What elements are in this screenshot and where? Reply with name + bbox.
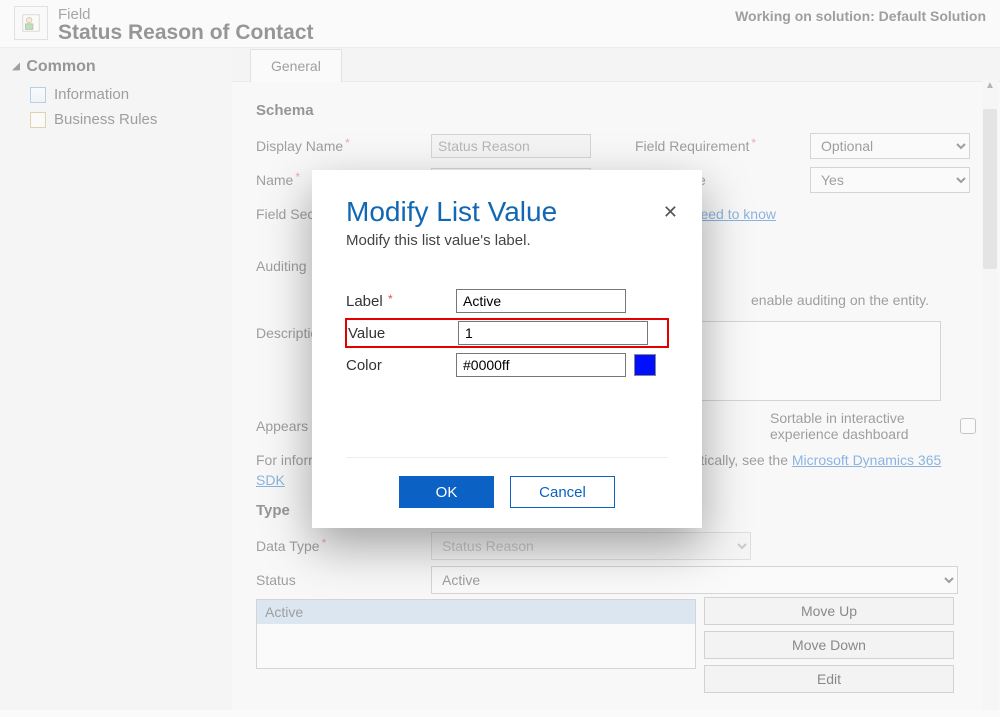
list-item[interactable]: Active [257,600,695,624]
tab-row: General [232,48,1000,82]
sidebar-item-label: Business Rules [54,111,157,128]
value-row-highlight: Value [346,319,668,347]
cancel-button[interactable]: Cancel [510,476,615,508]
scroll-thumb[interactable] [983,109,997,269]
color-label: Color [346,357,382,374]
data-type-select[interactable]: Status Reason [431,532,751,560]
status-label: Status [256,572,296,588]
searchable-select[interactable]: Yes [810,167,970,193]
label-label: Label [346,293,383,310]
sidebar-section-common[interactable]: Common [8,52,232,82]
color-input[interactable] [456,353,626,377]
sidebar: Common Information Business Rules [0,47,232,710]
auditing-label: Auditing [256,258,307,274]
move-down-button[interactable]: Move Down [704,631,954,659]
ok-button[interactable]: OK [399,476,494,508]
scroll-up-arrow[interactable]: ▲ [982,80,998,91]
label-input[interactable] [456,289,626,313]
sortable-label: Sortable in interactive experience dashb… [770,410,960,442]
sidebar-item-label: Information [54,86,129,103]
dialog-title: Modify List Value [346,196,668,228]
options-listbox[interactable]: Active [256,599,696,669]
move-up-button[interactable]: Move Up [704,597,954,625]
close-icon: ✕ [663,202,678,222]
edit-button[interactable]: Edit [704,665,954,693]
data-type-label: Data Type [256,538,320,554]
scrollbar[interactable]: ▲ [982,80,998,710]
header: Field Status Reason of Contact Working o… [0,0,1000,47]
field-requirement-select[interactable]: Optional [810,133,970,159]
field-requirement-label: Field Requirement [635,138,749,154]
dialog-subtitle: Modify this list value's label. [346,232,668,249]
page-title: Status Reason of Contact [58,21,314,45]
schema-heading: Schema [256,102,976,119]
rules-icon [30,112,46,128]
name-label: Name [256,172,293,188]
sidebar-item-business-rules[interactable]: Business Rules [8,107,232,132]
tab-general[interactable]: General [250,49,342,82]
document-icon [30,87,46,103]
modify-list-value-dialog: ✕ Modify List Value Modify this list val… [312,170,702,528]
auditing-note: enable auditing on the entity. [751,292,929,308]
color-swatch[interactable] [634,354,656,376]
status-select[interactable]: Active [431,566,958,594]
value-input[interactable] [458,321,648,345]
display-name-label: Display Name [256,138,343,154]
display-name-input[interactable] [431,134,591,158]
value-label: Value [348,325,385,342]
close-button[interactable]: ✕ [659,198,682,227]
solution-label: Working on solution: Default Solution [735,6,986,24]
field-icon [14,6,48,40]
sidebar-item-information[interactable]: Information [8,82,232,107]
sortable-checkbox[interactable] [960,418,976,434]
need-to-know-link[interactable]: need to know [693,206,776,222]
